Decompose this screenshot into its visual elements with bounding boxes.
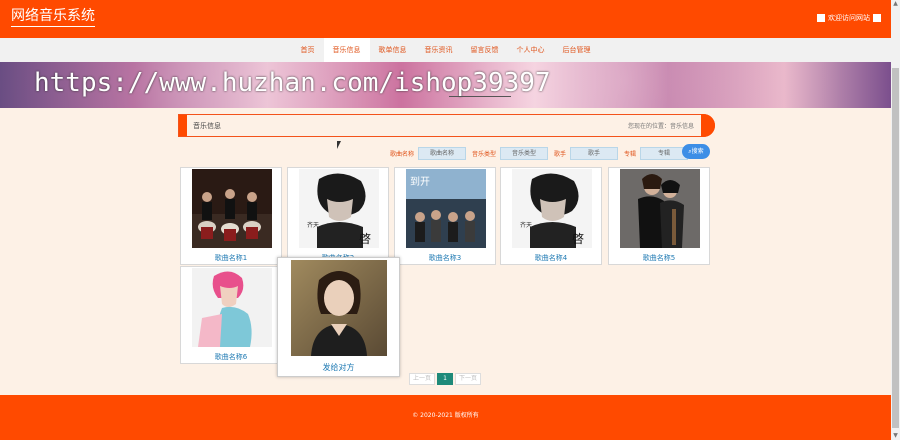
prev-page-button[interactable]: 上一页 [409, 373, 435, 385]
singer-label: 歌手 [554, 150, 567, 158]
nav-home[interactable]: 首页 [292, 38, 324, 62]
svg-text:啓: 啓 [572, 231, 584, 246]
nav-music-info[interactable]: 音乐信息 [323, 38, 370, 62]
song-card-popup[interactable]: 发给对方 [277, 257, 400, 377]
section-accent-bar [179, 115, 187, 136]
svg-text:到开: 到开 [410, 176, 430, 188]
song-card[interactable]: 歌曲名称5 [608, 167, 710, 265]
singer-portrait-photo-icon: 齐天 啓 [299, 169, 379, 248]
nav-admin[interactable]: 后台管理 [554, 38, 600, 62]
watermark-underline [449, 96, 511, 97]
singer-portrait-photo-icon: 齐天 啓 [512, 169, 592, 248]
search-button[interactable]: ⌕搜索 [682, 144, 710, 159]
song-card[interactable]: 到开 歌曲名称3 [394, 167, 496, 265]
svg-text:齐天: 齐天 [307, 221, 319, 229]
svg-text:啓: 啓 [359, 231, 371, 246]
scroll-up-icon[interactable]: ▲ [892, 0, 899, 8]
mouse-cursor-icon [337, 141, 341, 149]
woman-portrait-photo-icon [291, 260, 387, 356]
top-bar: 网络音乐系统 欢迎访问网站 [0, 0, 891, 38]
banner-watermark: https://www.huzhan.com/ishop39397 [34, 68, 551, 98]
song-name-label: 歌曲名称 [390, 150, 415, 158]
pagination: 上一页 1 下一页 [409, 373, 481, 385]
section-title: 音乐信息 [193, 122, 221, 130]
scroll-down-icon[interactable]: ▼ [892, 432, 899, 440]
music-type-input[interactable]: 音乐类型 [500, 146, 549, 160]
album-label: 专辑 [624, 150, 637, 158]
song-name-link[interactable]: 歌曲名称4 [501, 253, 601, 263]
song-name-link[interactable]: 歌曲名称3 [395, 253, 495, 263]
page-button-current[interactable]: 1 [437, 373, 453, 385]
banner: https://www.huzhan.com/ishop39397 [0, 62, 891, 108]
main-nav: 首页 音乐信息 歌单信息 音乐资讯 留言反馈 个人中心 后台管理 [0, 38, 891, 62]
drummers-photo-icon [192, 169, 272, 248]
song-name-input[interactable]: 歌曲名称 [418, 146, 467, 160]
nav-user-center[interactable]: 个人中心 [508, 38, 554, 62]
section-header: 音乐信息 您现在的位置：音乐信息 [178, 114, 715, 137]
search-button-label: 搜索 [691, 148, 704, 155]
vertical-scrollbar[interactable]: ▲ ▼ [891, 0, 900, 440]
nav-playlist-info[interactable]: 歌单信息 [370, 38, 416, 62]
album-cover-photo-icon: 到开 [406, 169, 486, 248]
album-input[interactable]: 专辑 [640, 146, 689, 160]
song-name-link[interactable]: 歌曲名称5 [609, 253, 709, 263]
singer-input[interactable]: 歌手 [570, 146, 619, 160]
checkbox-right-icon[interactable] [873, 14, 881, 22]
welcome-area: 欢迎访问网站 [817, 13, 881, 23]
site-logo[interactable]: 网络音乐系统 [11, 8, 95, 27]
music-type-label: 音乐类型 [472, 150, 497, 158]
copyright-text: © 2020-2021 版权所有 [412, 412, 479, 419]
duo-portrait-photo-icon [620, 169, 700, 248]
scrollbar-thumb[interactable] [892, 68, 899, 428]
search-bar: 歌曲名称 歌曲名称 音乐类型 音乐类型 歌手 歌手 专辑 专辑 [390, 146, 694, 160]
song-name-link[interactable]: 歌曲名称6 [181, 352, 281, 362]
song-card[interactable]: 歌曲名称6 [180, 266, 282, 364]
footer: © 2020-2021 版权所有 [0, 395, 891, 440]
song-card[interactable]: 齐天 啓 歌曲名称4 [500, 167, 602, 265]
song-card[interactable]: 齐天 啓 歌曲名称2 [287, 167, 389, 265]
checkbox-left-icon[interactable] [817, 14, 825, 22]
breadcrumb: 您现在的位置：音乐信息 [627, 123, 694, 130]
song-name-link[interactable]: 歌曲名称1 [181, 253, 281, 263]
song-name-link[interactable]: 发给对方 [278, 362, 399, 373]
welcome-text: 欢迎访问网站 [828, 14, 870, 22]
singer-pink-hair-photo-icon [192, 268, 272, 347]
svg-text:齐天: 齐天 [520, 221, 532, 229]
section-cap [701, 114, 715, 137]
nav-music-news[interactable]: 音乐资讯 [416, 38, 462, 62]
nav-feedback[interactable]: 留言反馈 [462, 38, 508, 62]
next-page-button[interactable]: 下一页 [455, 373, 481, 385]
song-card[interactable]: 歌曲名称1 [180, 167, 282, 265]
